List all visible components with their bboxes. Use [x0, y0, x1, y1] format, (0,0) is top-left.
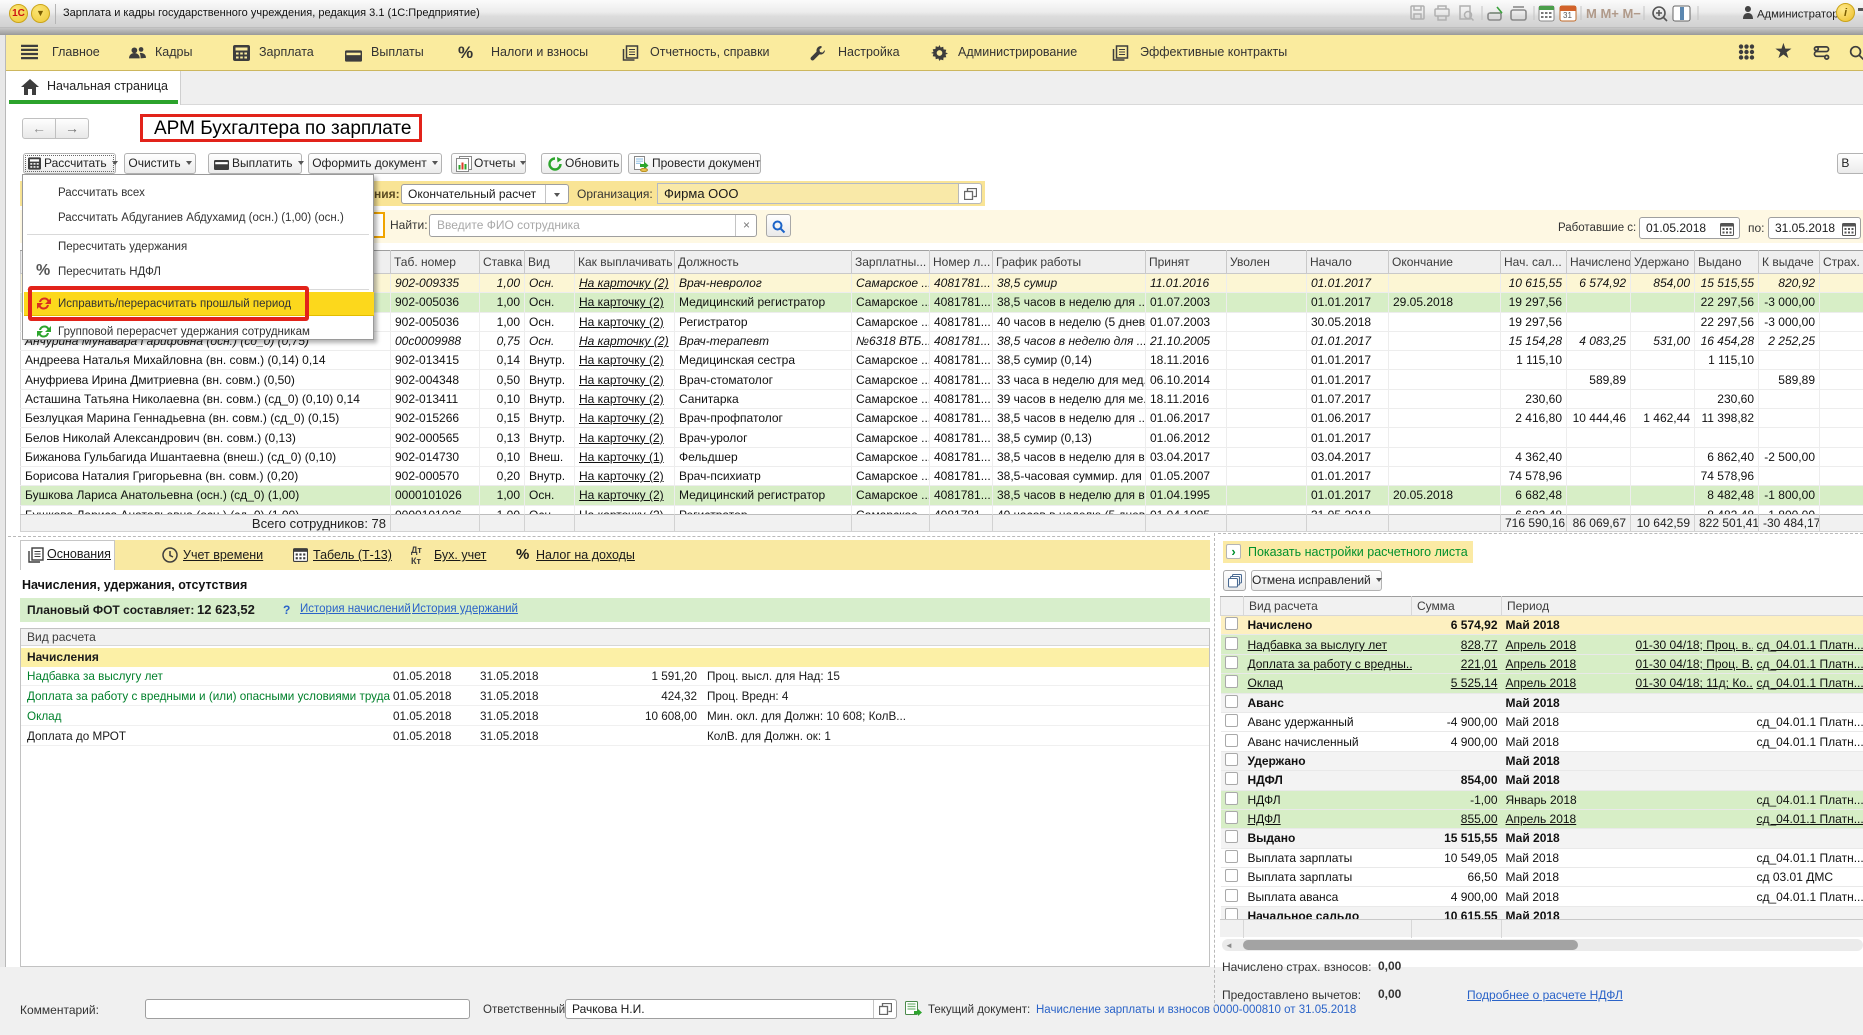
- svg-text:M M+ M−: M M+ M−: [1586, 6, 1641, 21]
- svg-text:31: 31: [1563, 11, 1572, 20]
- svg-text:Администратор: Администратор: [1757, 9, 1839, 21]
